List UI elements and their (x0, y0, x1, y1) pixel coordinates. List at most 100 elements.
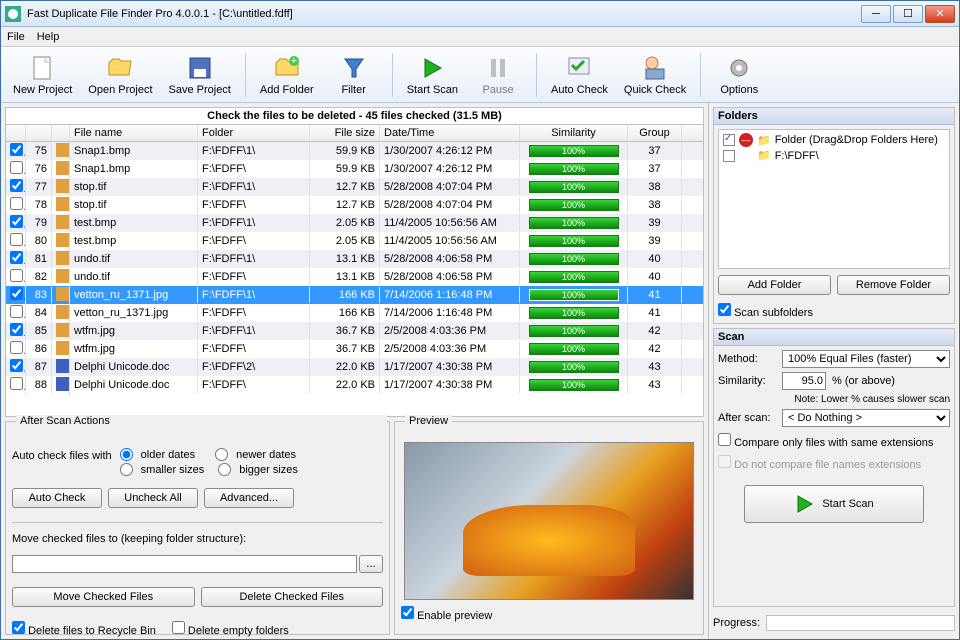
maximize-button[interactable]: ☐ (893, 5, 923, 23)
older-dates-radio[interactable] (120, 448, 133, 461)
table-row[interactable]: 75Snap1.bmpF:\FDFF\1\59.9 KB1/30/2007 4:… (6, 142, 703, 160)
new-file-icon (29, 54, 57, 82)
summary-bar: Check the files to be deleted - 45 files… (5, 107, 704, 124)
folder-open-icon (106, 54, 134, 82)
scan-subfolders-checkbox[interactable]: Scan subfolders (718, 303, 813, 319)
table-row[interactable]: 80test.bmpF:\FDFF\2.05 KB11/4/2005 10:56… (6, 232, 703, 250)
app-window: Fast Duplicate File Finder Pro 4.0.0.1 -… (0, 0, 960, 640)
table-row[interactable]: 78stop.tifF:\FDFF\12.7 KB5/28/2008 4:07:… (6, 196, 703, 214)
bigger-sizes-radio[interactable] (218, 463, 231, 476)
col-sim[interactable]: Similarity (520, 125, 628, 141)
similarity-bar: 100% (529, 271, 619, 283)
folder-check-icon[interactable] (723, 150, 735, 162)
table-row[interactable]: 82undo.tifF:\FDFF\13.1 KB5/28/2008 4:06:… (6, 268, 703, 286)
options-button[interactable]: Options (709, 52, 769, 98)
menu-file[interactable]: File (7, 31, 25, 43)
row-checkbox[interactable] (10, 269, 23, 282)
col-name[interactable]: File name (70, 125, 198, 141)
row-checkbox[interactable] (10, 179, 23, 192)
similarity-bar: 100% (529, 145, 619, 157)
table-row[interactable]: 85wtfm.jpgF:\FDFF\1\36.7 KB2/5/2008 4:03… (6, 322, 703, 340)
remove-folder-btn[interactable]: Remove Folder (837, 275, 950, 295)
progress-bar (766, 615, 955, 631)
enable-preview-checkbox[interactable]: Enable preview (401, 606, 492, 622)
grid-header[interactable]: File name Folder File size Date/Time Sim… (6, 125, 703, 142)
row-checkbox[interactable] (10, 359, 23, 372)
table-row[interactable]: 88Delphi Unicode.docF:\FDFF\22.0 KB1/17/… (6, 376, 703, 394)
folder-icon: 📁 (757, 149, 771, 162)
row-checkbox[interactable] (10, 161, 23, 174)
row-checkbox[interactable] (10, 341, 23, 354)
table-row[interactable]: 77stop.tifF:\FDFF\1\12.7 KB5/28/2008 4:0… (6, 178, 703, 196)
quick-check-button[interactable]: Quick Check (618, 52, 692, 98)
row-checkbox[interactable] (10, 251, 23, 264)
row-checkbox[interactable] (10, 233, 23, 246)
col-folder[interactable]: Folder (198, 125, 310, 141)
folder-placeholder-row[interactable]: — 📁 Folder (Drag&Drop Folders Here) (721, 132, 947, 148)
after-scan-select[interactable]: < Do Nothing > (782, 409, 950, 427)
similarity-bar: 100% (529, 325, 619, 337)
method-select[interactable]: 100% Equal Files (faster) (782, 350, 950, 368)
folder-remove-icon[interactable]: — (739, 133, 753, 147)
play-icon (794, 494, 814, 514)
similarity-bar: 100% (529, 235, 619, 247)
close-button[interactable]: ✕ (925, 5, 955, 23)
auto-check-with-label: Auto check files with (12, 450, 112, 462)
row-checkbox[interactable] (10, 287, 23, 300)
empty-folders-checkbox[interactable]: Delete empty folders (172, 621, 289, 637)
add-folder-button[interactable]: +Add Folder (254, 52, 320, 98)
save-project-button[interactable]: Save Project (163, 52, 237, 98)
save-icon (186, 54, 214, 82)
row-checkbox[interactable] (10, 377, 23, 390)
minimize-button[interactable]: ─ (861, 5, 891, 23)
start-scan-button[interactable]: Start Scan (401, 52, 464, 98)
no-compare-names-checkbox[interactable]: Do not compare file names extensions (718, 455, 950, 471)
row-checkbox[interactable] (10, 323, 23, 336)
col-group[interactable]: Group (628, 125, 682, 141)
scan-note: Note: Lower % causes slower scan (718, 394, 950, 405)
col-date[interactable]: Date/Time (380, 125, 520, 141)
add-folder-btn[interactable]: Add Folder (718, 275, 831, 295)
auto-check-button[interactable]: Auto Check (545, 52, 614, 98)
menu-help[interactable]: Help (37, 31, 60, 43)
advanced-button[interactable]: Advanced... (204, 488, 294, 508)
similarity-bar: 100% (529, 163, 619, 175)
table-row[interactable]: 76Snap1.bmpF:\FDFF\59.9 KB1/30/2007 4:26… (6, 160, 703, 178)
move-files-button[interactable]: Move Checked Files (12, 587, 195, 607)
similarity-input[interactable] (782, 372, 826, 390)
move-path-input[interactable] (12, 555, 357, 573)
browse-button[interactable]: ... (359, 555, 383, 573)
folder-check-icon[interactable] (723, 134, 735, 146)
table-row[interactable]: 84vetton_ru_1371.jpgF:\FDFF\166 KB7/14/2… (6, 304, 703, 322)
newer-dates-radio[interactable] (215, 448, 228, 461)
titlebar[interactable]: Fast Duplicate File Finder Pro 4.0.0.1 -… (1, 1, 959, 27)
similarity-bar: 100% (529, 379, 619, 391)
table-row[interactable]: 86wtfm.jpgF:\FDFF\36.7 KB2/5/2008 4:03:3… (6, 340, 703, 358)
pause-icon (484, 54, 512, 82)
table-row[interactable]: 83vetton_ru_1371.jpgF:\FDFF\1\166 KB7/14… (6, 286, 703, 304)
same-ext-checkbox[interactable]: Compare only files with same extensions (718, 433, 950, 449)
start-scan-big-button[interactable]: Start Scan (744, 485, 924, 523)
row-checkbox[interactable] (10, 305, 23, 318)
smaller-sizes-radio[interactable] (120, 463, 133, 476)
row-checkbox[interactable] (10, 197, 23, 210)
recycle-checkbox[interactable]: Delete files to Recycle Bin (12, 621, 156, 637)
similarity-bar: 100% (529, 217, 619, 229)
grid-body[interactable]: 75Snap1.bmpF:\FDFF\1\59.9 KB1/30/2007 4:… (6, 142, 703, 416)
delete-files-button[interactable]: Delete Checked Files (201, 587, 384, 607)
folder-item-row[interactable]: 📁 F:\FDFF\ (721, 148, 947, 163)
new-project-button[interactable]: New Project (7, 52, 78, 98)
row-checkbox[interactable] (10, 215, 23, 228)
similarity-bar: 100% (529, 199, 619, 211)
folder-list[interactable]: — 📁 Folder (Drag&Drop Folders Here) 📁 F:… (718, 129, 950, 269)
table-row[interactable]: 81undo.tifF:\FDFF\1\13.1 KB5/28/2008 4:0… (6, 250, 703, 268)
open-project-button[interactable]: Open Project (82, 52, 158, 98)
pause-button[interactable]: Pause (468, 52, 528, 98)
table-row[interactable]: 79test.bmpF:\FDFF\1\2.05 KB11/4/2005 10:… (6, 214, 703, 232)
uncheck-all-button[interactable]: Uncheck All (108, 488, 198, 508)
filter-button[interactable]: Filter (324, 52, 384, 98)
table-row[interactable]: 87Delphi Unicode.docF:\FDFF\2\22.0 KB1/1… (6, 358, 703, 376)
row-checkbox[interactable] (10, 143, 23, 156)
col-size[interactable]: File size (310, 125, 380, 141)
auto-check-action-button[interactable]: Auto Check (12, 488, 102, 508)
